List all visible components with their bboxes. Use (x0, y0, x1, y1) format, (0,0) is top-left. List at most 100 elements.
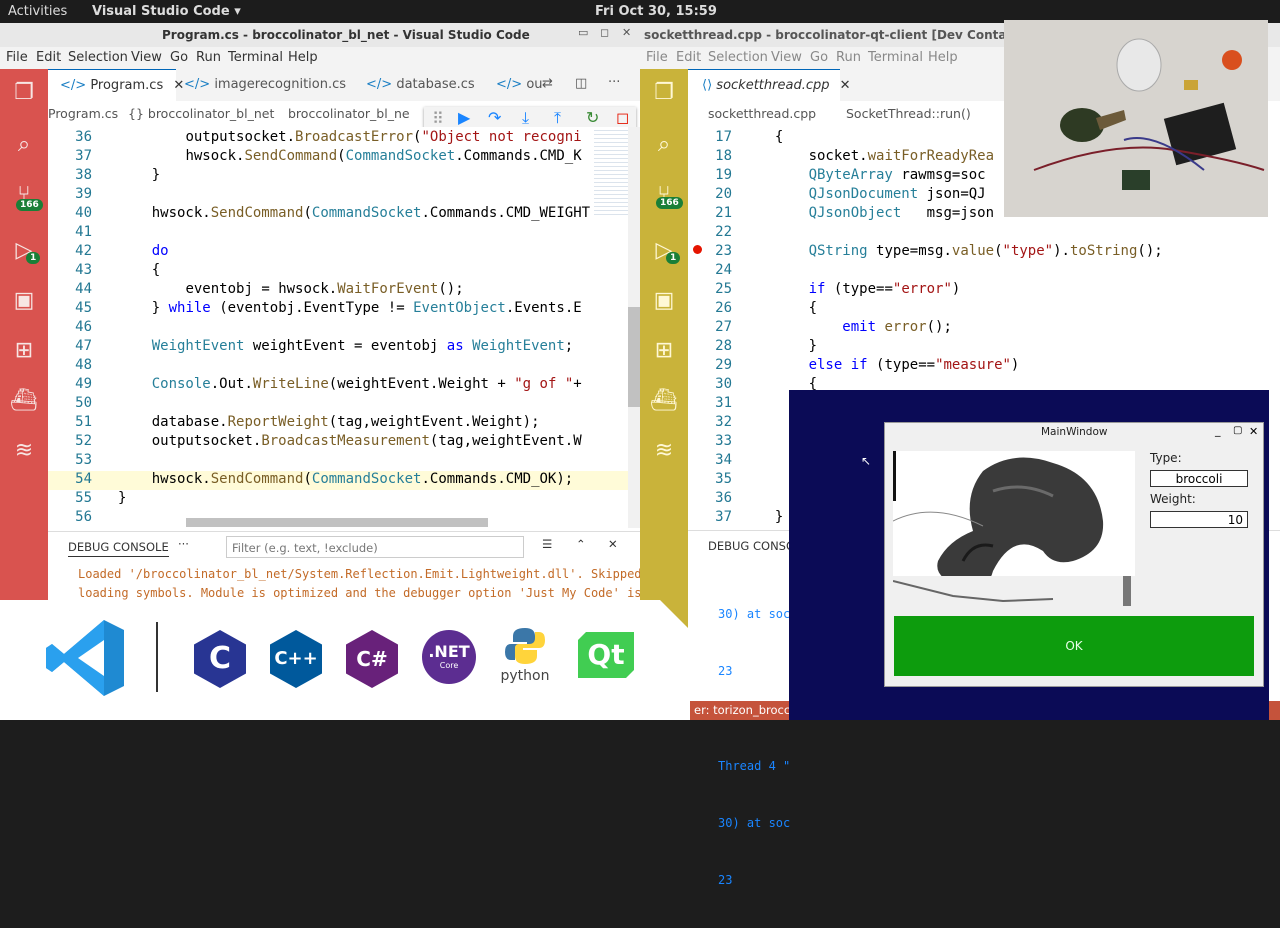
maximize-icon[interactable]: ◻ (600, 26, 609, 39)
code-text: else if (type=="measure") (808, 357, 1020, 373)
menu-edit[interactable]: Edit (676, 50, 701, 65)
menu-selection[interactable]: Selection (708, 50, 768, 65)
line-number: 48 (75, 357, 92, 373)
cpp-language-logo-icon: C++ (270, 630, 322, 688)
code-line: 41 (48, 224, 628, 243)
type-field[interactable]: broccoli (1150, 470, 1248, 487)
minimize-icon[interactable]: ▭ (578, 26, 588, 39)
breadcrumb-class[interactable]: broccolinator_bl_ne (288, 106, 410, 121)
compare-icon[interactable]: ⇄ (542, 76, 553, 91)
line-number: 56 (75, 509, 92, 525)
code-text: eventobj = hwsock.WaitForEvent(); (185, 281, 464, 297)
console-filter-input[interactable]: Filter (e.g. text, !exclude) (226, 536, 524, 558)
explorer-icon[interactable]: ❐ (10, 79, 38, 107)
line-number: 21 (715, 205, 732, 221)
left-activity-bar: ❐ ⌕ ⑂ 166 ▷ 1 ▣ ⊞ ⛴ ≋ (0, 69, 48, 600)
code-line: 53 (48, 452, 628, 471)
clear-console-icon[interactable]: ☰ (542, 537, 552, 551)
search-icon[interactable]: ⌕ (10, 131, 38, 159)
stop-icon[interactable]: ◻ (616, 108, 629, 127)
continue-icon[interactable]: ▶ (458, 108, 470, 127)
tab-close-icon[interactable]: ✕ (840, 78, 851, 93)
menu-edit[interactable]: Edit (36, 50, 61, 65)
step-out-icon[interactable]: ⤒ (554, 108, 561, 128)
left-code-editor[interactable]: 36 outputsocket.BroadcastError("Object n… (48, 127, 628, 528)
activities-button[interactable]: Activities (8, 4, 67, 19)
menu-terminal[interactable]: Terminal (868, 50, 923, 65)
vertical-scrollbar[interactable] (628, 127, 640, 528)
extensions-icon[interactable]: ⊞ (10, 337, 38, 365)
clock[interactable]: Fri Oct 30, 15:59 (595, 4, 717, 19)
breadcrumb-symbol[interactable]: SocketThread::run() (846, 106, 971, 121)
docker-icon[interactable]: ⛴ (10, 387, 38, 415)
debug-toolbar: ⠿ ▶ ↷ ⤓ ⤒ ↻ ◻ (424, 107, 636, 129)
menu-view[interactable]: View (131, 50, 162, 65)
menu-go[interactable]: Go (170, 50, 188, 65)
layers-icon[interactable]: ≋ (650, 437, 678, 465)
menu-terminal[interactable]: Terminal (228, 50, 283, 65)
menu-help[interactable]: Help (288, 50, 318, 65)
maximize-panel-icon[interactable]: ⌃ (576, 537, 586, 551)
menu-view[interactable]: View (771, 50, 802, 65)
left-menubar: File Edit Selection View Go Run Terminal… (0, 47, 640, 69)
code-text: QString type=msg.value("type").toString(… (808, 243, 1163, 259)
breadcrumb-file[interactable]: socketthread.cpp (708, 106, 816, 121)
split-editor-icon[interactable]: ◫ (575, 76, 587, 91)
horizontal-scrollbar-thumb[interactable] (186, 518, 488, 527)
menu-file[interactable]: File (646, 50, 668, 65)
menu-go[interactable]: Go (810, 50, 828, 65)
close-panel-icon[interactable]: ✕ (608, 537, 618, 551)
extensions-icon[interactable]: ⊞ (650, 337, 678, 365)
remote-explorer-icon[interactable]: ▣ (10, 287, 38, 315)
dialog-maximize-icon[interactable]: ▢ (1233, 425, 1242, 436)
debug-console-tab[interactable]: DEBUG CONSOLE (68, 540, 169, 557)
breadcrumb-file[interactable]: Program.cs (48, 106, 118, 121)
tab-program-cs[interactable]: </> Program.cs ✕ (48, 69, 184, 101)
weight-field[interactable]: 10 (1150, 511, 1248, 528)
close-icon[interactable]: ✕ (622, 26, 631, 39)
tab-overflow[interactable]: </> ou (496, 69, 543, 101)
dialog-titlebar: MainWindow _ ▢ ✕ (885, 423, 1263, 443)
layers-icon[interactable]: ≋ (10, 437, 38, 465)
app-menu[interactable]: Visual Studio Code ▾ (92, 4, 241, 19)
remote-explorer-icon[interactable]: ▣ (650, 287, 678, 315)
menu-run[interactable]: Run (196, 50, 221, 65)
code-line: 45 } while (eventobj.EventType != EventO… (48, 300, 628, 319)
line-number: 50 (75, 395, 92, 411)
left-window-titlebar: Program.cs - broccolinator_bl_net - Visu… (0, 23, 640, 47)
c-language-logo-icon: C (194, 630, 246, 688)
camera-scene (1004, 20, 1268, 217)
menu-help[interactable]: Help (928, 50, 958, 65)
code-text: hwsock.SendCommand(CommandSocket.Command… (151, 205, 591, 221)
code-text: database.ReportWeight(tag,weightEvent.We… (151, 414, 540, 430)
code-line: 22 (688, 224, 1268, 243)
code-text: Console.Out.WriteLine(weightEvent.Weight… (151, 376, 582, 392)
tab-imagerecognition-cs[interactable]: </> imagerecognition.cs (178, 69, 346, 101)
code-text: } (774, 509, 784, 525)
vertical-scrollbar-thumb[interactable] (628, 307, 640, 407)
breadcrumb-namespace[interactable]: {} broccolinator_bl_net (128, 106, 274, 121)
tab-socketthread-cpp[interactable]: ⟨⟩ socketthread.cpp ✕ (688, 69, 851, 101)
restart-icon[interactable]: ↻ (586, 108, 599, 127)
breakpoint-icon[interactable] (693, 245, 702, 254)
search-icon[interactable]: ⌕ (650, 131, 678, 159)
dialog-close-icon[interactable]: ✕ (1249, 425, 1258, 438)
menu-run[interactable]: Run (836, 50, 861, 65)
menu-selection[interactable]: Selection (68, 50, 128, 65)
panel-more-icon[interactable]: ··· (178, 537, 189, 551)
step-into-icon[interactable]: ⤓ (522, 108, 529, 128)
tab-database-cs[interactable]: </> database.cs (366, 69, 475, 101)
ok-button[interactable]: OK (894, 616, 1254, 676)
debug-console-tab[interactable]: DEBUG CONSOL (708, 539, 801, 553)
code-text: } (118, 490, 127, 506)
menu-file[interactable]: File (6, 50, 28, 65)
docker-icon[interactable]: ⛴ (650, 387, 678, 415)
line-number: 32 (715, 414, 732, 430)
code-line: 37 hwsock.SendCommand(CommandSocket.Comm… (48, 148, 628, 167)
minimap[interactable] (594, 127, 628, 217)
step-over-icon[interactable]: ↷ (488, 108, 501, 127)
drag-handle-icon[interactable]: ⠿ (432, 109, 444, 128)
explorer-icon[interactable]: ❐ (650, 79, 678, 107)
dialog-minimize-icon[interactable]: _ (1215, 424, 1221, 437)
more-actions-icon[interactable]: ··· (608, 75, 620, 90)
